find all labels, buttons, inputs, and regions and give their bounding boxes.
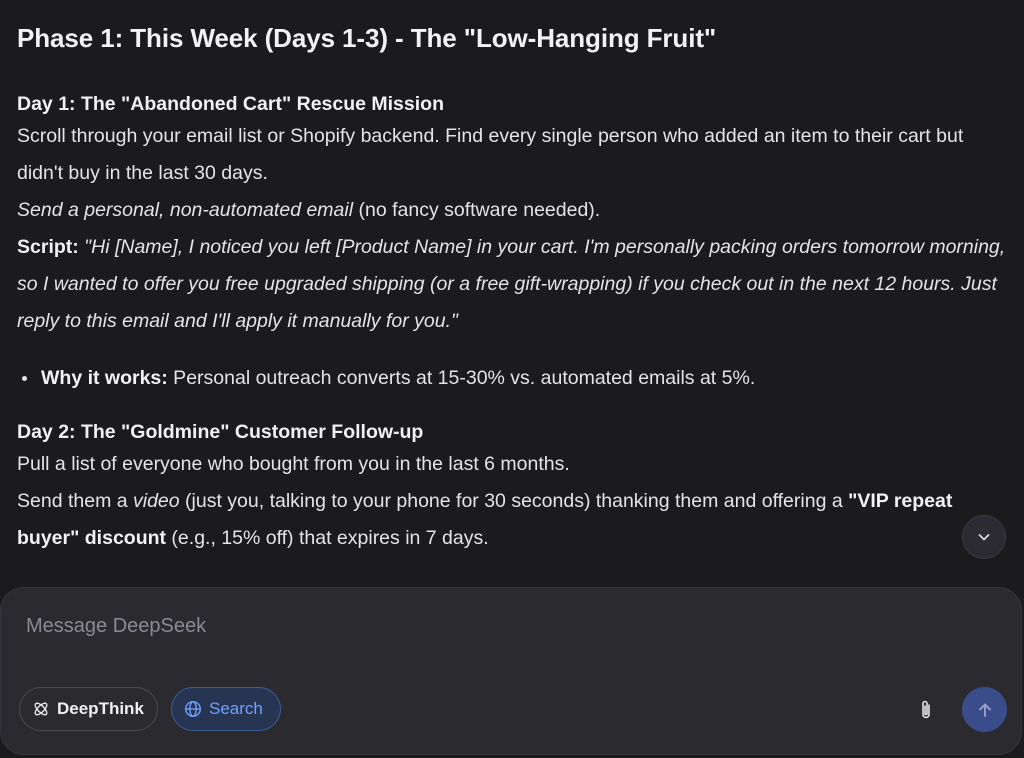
why-list: Why it works: Personal outreach converts… bbox=[17, 360, 1007, 397]
assistant-message: Phase 1: This Week (Days 1-3) - The "Low… bbox=[17, 18, 1007, 578]
send-button[interactable] bbox=[962, 687, 1007, 732]
list-item: Why it works: Personal outreach converts… bbox=[17, 360, 1007, 397]
day1-script: Script: "Hi [Name], I noticed you left [… bbox=[17, 229, 1007, 340]
search-label: Search bbox=[209, 699, 263, 718]
arrow-up-icon bbox=[978, 703, 991, 717]
day1-line2-emphasis: Send a personal, non-automated email bbox=[17, 199, 354, 221]
chevron-down-icon bbox=[978, 534, 990, 541]
scroll-to-bottom-button[interactable] bbox=[962, 515, 1006, 559]
chat-page: Phase 1: This Week (Days 1-3) - The "Low… bbox=[0, 0, 1024, 758]
day1-line2-rest: (no fancy software needed). bbox=[353, 199, 601, 221]
day1-line1: Scroll through your email list or Shopif… bbox=[17, 125, 964, 184]
globe-icon bbox=[184, 700, 202, 718]
script-text: "Hi [Name], I noticed you left [Product … bbox=[17, 236, 1006, 332]
bullet-dot bbox=[22, 376, 27, 381]
message-input[interactable] bbox=[24, 610, 928, 642]
day2-line2-c: (e.g., 15% off) that expires in 7 days. bbox=[166, 527, 489, 549]
script-label: Script: bbox=[17, 236, 79, 258]
attach-button[interactable] bbox=[915, 698, 937, 722]
day2-line2-emphasis: video bbox=[133, 490, 180, 512]
day2-line2-a: Send them a bbox=[17, 490, 133, 512]
day2-line2-b: (just you, talking to your phone for 30 … bbox=[179, 490, 849, 512]
search-toggle-button[interactable]: Search bbox=[171, 687, 281, 731]
message-composer: DeepThink Search bbox=[0, 587, 1022, 755]
paperclip-icon bbox=[922, 700, 930, 719]
bullet-label: Why it works: bbox=[41, 367, 168, 389]
phase-heading: Phase 1: This Week (Days 1-3) - The "Low… bbox=[17, 23, 717, 53]
atom-icon bbox=[32, 700, 50, 718]
bullet-text: Personal outreach converts at 15-30% vs.… bbox=[167, 367, 756, 389]
day2-line2: Send them a video (just you, talking to … bbox=[17, 483, 1007, 557]
day1-line2: Send a personal, non-automated email (no… bbox=[17, 192, 1007, 229]
deepthink-label: DeepThink bbox=[57, 699, 144, 718]
day2-line1: Pull a list of everyone who bought from … bbox=[17, 453, 570, 475]
deepthink-button[interactable]: DeepThink bbox=[19, 687, 158, 731]
day2-title: Day 2: The "Goldmine" Customer Follow-up bbox=[17, 421, 424, 443]
day1-title: Day 1: The "Abandoned Cart" Rescue Missi… bbox=[17, 93, 444, 115]
